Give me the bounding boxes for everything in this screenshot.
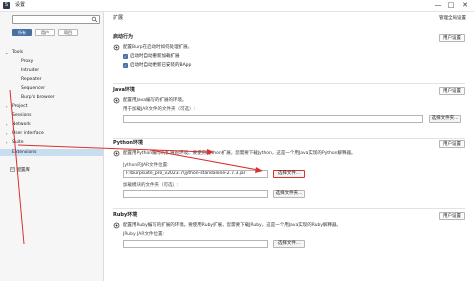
tree-item-extensions[interactable]: Extensions	[0, 149, 103, 156]
settings-header: 扩展 管理全局设置	[105, 12, 474, 26]
filter-user-button[interactable]: 用户	[35, 29, 55, 36]
section-title: Python环境	[113, 140, 143, 146]
tree-item-label: Suite	[12, 140, 24, 145]
tree-item-label: Tools	[12, 50, 24, 55]
ruby-section: Ruby环境 用户设置 配置用Ruby编写的扩展的环境。要使用Ruby扩展，您需…	[113, 212, 465, 252]
chevron-right-icon: ›	[6, 140, 8, 145]
ruby-user-settings-button[interactable]: 用户设置	[439, 212, 465, 220]
java-user-settings-button[interactable]: 用户设置	[439, 87, 465, 95]
python-user-settings-button[interactable]: 用户设置	[439, 140, 465, 148]
gear-icon[interactable]	[113, 150, 120, 157]
section-divider	[113, 208, 465, 209]
jruby-select-file-button[interactable]: 选择文件...	[273, 240, 305, 248]
checkbox-label: 启动时自动更新已安装的BApp	[130, 63, 192, 68]
checkbox-checked-icon: ✓	[123, 63, 128, 68]
config-library-link[interactable]: 配置库	[10, 167, 30, 174]
chevron-right-icon: ›	[6, 122, 8, 127]
tree-item-tools[interactable]: ⌄ Tools	[0, 49, 103, 56]
java-select-folder-button[interactable]: 选择文件夹...	[429, 115, 461, 123]
tree-item-repeater[interactable]: Repeater	[0, 76, 103, 83]
tree-item-label: Intruder	[21, 68, 40, 73]
settings-main: 扩展 管理全局设置 启动行为 用户设置 配置Burp在启动时如何处理扩展。 ✓ 启…	[105, 12, 474, 281]
tree-item-label: Burp's browser	[21, 95, 55, 100]
tree-item-user-interface[interactable]: › User interface	[0, 130, 103, 137]
tree-item-label: User interface	[12, 131, 44, 136]
python-select-folder-button[interactable]: 选择文件夹...	[273, 190, 305, 198]
section-description: 配置用Ruby编写的扩展的环境。要使用Ruby扩展，您需要下载JRuby，这是一…	[123, 223, 342, 228]
field-label: JRuby JAR文件位置:	[123, 232, 165, 237]
section-title: Ruby环境	[113, 212, 138, 218]
tree-item-network[interactable]: › Network	[0, 121, 103, 128]
gear-icon[interactable]	[113, 44, 120, 51]
config-library-label: 配置库	[16, 168, 30, 173]
filter-group: 所有 用户 项目	[12, 29, 78, 36]
tree-item-sequencer[interactable]: Sequencer	[0, 85, 103, 92]
section-description: 配置用Java编写的扩展的环境。	[123, 98, 187, 103]
search-input[interactable]	[12, 15, 100, 24]
java-jar-folder-field[interactable]	[123, 115, 423, 123]
jython-select-file-button[interactable]: 选择文件...	[273, 170, 305, 178]
app-icon: S	[3, 2, 10, 9]
tree-item-label: Repeater	[21, 77, 42, 82]
startup-user-settings-button[interactable]: 用户设置	[439, 34, 465, 42]
tree-item-sessions[interactable]: Sessions	[0, 112, 103, 119]
minimize-icon[interactable]: —	[433, 1, 443, 10]
auto-reload-checkbox[interactable]: ✓ 启动时自动重新加载扩展	[123, 53, 180, 60]
startup-section: 启动行为 用户设置 配置Burp在启动时如何处理扩展。 ✓ 启动时自动重新加载扩展…	[113, 34, 465, 79]
tree-item-burps-browser[interactable]: Burp's browser	[0, 94, 103, 101]
page-title: 扩展	[113, 15, 124, 21]
java-section: Java环境 用户设置 配置用Java编写的扩展的环境。 用于加载JAR文件的文…	[113, 87, 465, 132]
window-title: 设置	[15, 2, 26, 8]
auto-update-bapp-checkbox[interactable]: ✓ 启动时自动更新已安装的BApp	[123, 62, 191, 69]
tree-item-proxy[interactable]: Proxy	[0, 58, 103, 65]
tree-item-suite[interactable]: › Suite	[0, 139, 103, 146]
gear-icon[interactable]	[113, 222, 120, 229]
jruby-jar-field[interactable]	[123, 240, 268, 248]
chevron-right-icon: ›	[6, 104, 8, 109]
section-title: Java环境	[113, 87, 135, 93]
tree-item-intruder[interactable]: Intruder	[0, 67, 103, 74]
field-label: 加载模块的文件夹（可选）:	[123, 183, 179, 188]
tree-item-label: Network	[12, 122, 31, 127]
tree-item-label: Sessions	[12, 113, 32, 118]
tree-item-label: Sequencer	[21, 86, 46, 91]
section-description: 配置Burp在启动时如何处理扩展。	[123, 45, 193, 50]
gear-icon[interactable]	[113, 97, 120, 104]
library-icon	[10, 167, 15, 172]
python-section: Python环境 用户设置 配置用Python编写的扩展的环境。要使用Pytho…	[113, 140, 465, 200]
title-bar: S 设置 — □ ✕	[0, 0, 474, 12]
tree-item-label: Proxy	[21, 59, 34, 64]
field-label: 用于加载JAR文件的文件夹（可选）:	[123, 107, 195, 112]
checkbox-checked-icon: ✓	[123, 54, 128, 59]
python-module-folder-field[interactable]	[123, 190, 268, 198]
search-icon	[91, 16, 98, 23]
chevron-right-icon: ›	[6, 131, 8, 136]
section-title: 启动行为	[113, 34, 134, 40]
settings-sidebar: 所有 用户 项目 ⌄ Tools Proxy Intruder Repeater…	[0, 12, 104, 281]
maximize-icon[interactable]: □	[446, 1, 456, 10]
checkbox-label: 启动时自动重新加载扩展	[130, 54, 180, 59]
close-icon[interactable]: ✕	[460, 1, 470, 10]
section-divider	[113, 138, 465, 139]
chevron-down-icon: ⌄	[5, 50, 9, 55]
section-description: 配置用Python编写的扩展的环境。要使用Python扩展，您需要下载Jytho…	[123, 151, 356, 156]
tree-item-label: Extensions	[12, 150, 37, 155]
manage-global-settings-link[interactable]: 管理全局设置	[439, 15, 466, 22]
jython-jar-field[interactable]: F:\burpsuite_pro_v2023.7\jython-standalo…	[123, 170, 268, 178]
field-label: Jython的JAR文件位置:	[123, 163, 169, 168]
filter-project-button[interactable]: 项目	[58, 29, 78, 36]
tree-item-project[interactable]: › Project	[0, 103, 103, 110]
tree-item-label: Project	[12, 104, 28, 109]
filter-all-button[interactable]: 所有	[12, 29, 32, 36]
section-divider	[113, 83, 465, 84]
